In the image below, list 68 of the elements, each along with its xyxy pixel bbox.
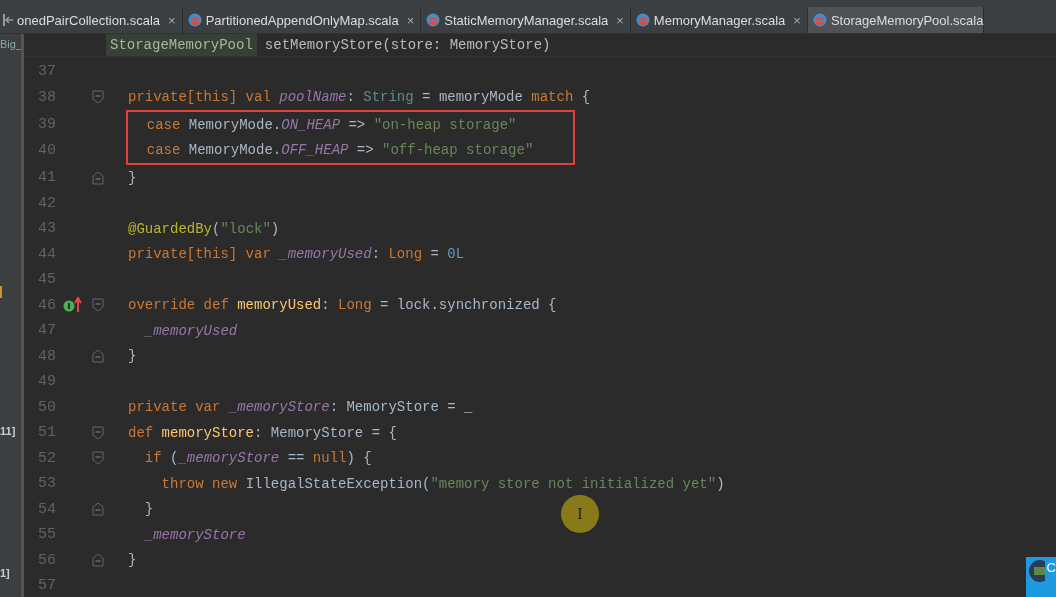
breadcrumb[interactable]: StorageMemoryPool [106,34,257,56]
breadcrumb[interactable]: setMemoryStore(store: MemoryStore) [260,34,555,56]
code-line: private[this] var _memoryUsed: Long = 0L [128,246,465,263]
code-line: case MemoryMode.OFF_HEAP => "off-heap storage" [145,142,534,159]
scala-file-icon [426,13,441,27]
code-line: def memoryStore: MemoryStore = { [128,424,397,441]
line-number: 44 [37,245,56,263]
unfold-icon[interactable] [92,349,104,364]
tree-marker-icon [0,286,2,298]
tree-item-label[interactable]: 11] [0,425,16,437]
code-line: } [143,501,154,518]
line-number: 55 [37,526,56,544]
override-marker-icon[interactable] [63,297,85,314]
notification-popup[interactable]: C [1026,557,1056,597]
code-line: _memoryUsed [143,322,238,339]
code-line: } [128,552,137,569]
fold-icon[interactable] [92,298,104,313]
line-number: 51 [37,424,56,442]
code-line: if (_memoryStore == null) { [143,450,372,467]
editor-tab[interactable]: StaticMemoryManager.scala × [421,7,631,33]
line-number: 42 [37,194,56,212]
line-number: 52 [37,449,56,467]
fold-icon[interactable] [92,451,104,466]
line-number: 43 [37,220,56,238]
line-number: 56 [37,551,56,569]
unfold-icon[interactable] [92,502,104,517]
line-number: 54 [37,500,56,518]
unfold-icon[interactable] [92,170,104,185]
unfold-icon[interactable] [92,553,104,568]
code-line: case MemoryMode.ON_HEAP => "on-heap storage" [145,116,517,133]
editor-tab[interactable]: StorageMemoryPool.scala [807,7,985,33]
close-icon[interactable]: × [168,12,176,28]
code-line: _memoryStore [143,526,246,543]
code-line: @GuardedBy("lock") [128,220,280,237]
line-number: 49 [37,373,56,391]
tree-item-label[interactable]: Big_ [0,38,23,50]
editor-tab[interactable]: PartitionedAppendOnlyMap.scala × [182,7,422,33]
line-number: 46 [37,296,56,314]
line-number: 40 [37,141,56,159]
line-number: 53 [37,475,56,493]
line-number: 48 [37,347,56,365]
code-line: private[this] val poolName: String = memoryMode match { [128,89,591,106]
code-line: private var _memoryStore: MemoryStore = _ [128,399,473,416]
scala-file-icon [187,13,202,27]
close-icon[interactable]: × [616,12,624,28]
line-number: 57 [37,577,56,595]
mouse-cursor-icon: I [561,495,599,533]
line-number: 39 [37,116,56,134]
scala-file-icon [812,13,827,27]
tree-item-label[interactable]: 1] [0,567,10,579]
line-number: 45 [37,271,56,289]
line-number: 37 [37,63,56,81]
app-icon [1029,560,1045,582]
editor-tab[interactable]: MemoryManager.scala × [630,7,808,33]
code-line: } [128,169,137,186]
line-number: 38 [37,88,56,106]
line-number: 41 [37,169,56,187]
code-line: throw new IllegalStateException("memory store not initialized yet") [160,475,725,492]
scala-file-icon [635,13,650,27]
fold-icon[interactable] [92,90,104,105]
line-number: 47 [37,322,56,340]
line-number: 50 [37,398,56,416]
fold-icon[interactable] [92,425,104,440]
close-icon[interactable]: × [406,12,415,28]
close-icon[interactable]: × [793,12,801,28]
code-line: override def memoryUsed: Long = lock.synchronized { [128,297,557,314]
editor-tab[interactable]: onedPairCollection.scala × [17,7,183,33]
code-line: } [128,348,137,365]
